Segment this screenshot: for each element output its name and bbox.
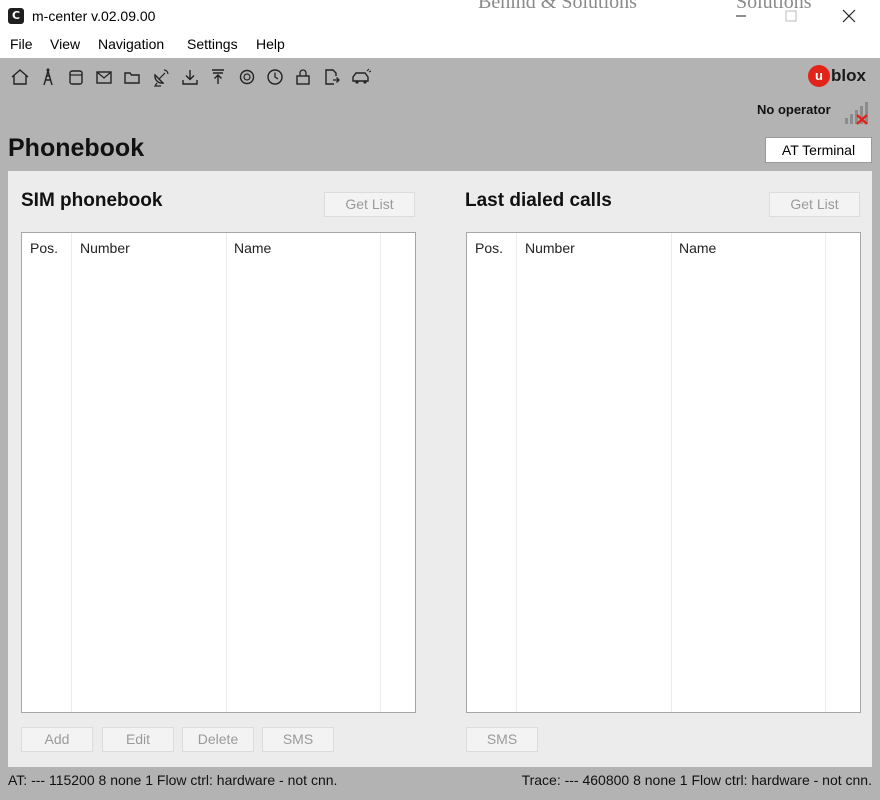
- last-dialed-list[interactable]: Pos. Number Name: [466, 232, 861, 713]
- menu-view[interactable]: View: [50, 36, 80, 52]
- sim-phonebook-list[interactable]: Pos. Number Name: [21, 232, 416, 713]
- column-divider: [516, 233, 517, 712]
- column-header-pos[interactable]: Pos.: [475, 240, 503, 256]
- menu-help[interactable]: Help: [256, 36, 285, 52]
- download-icon[interactable]: [179, 66, 201, 88]
- last-dialed-title: Last dialed calls: [465, 190, 612, 211]
- no-signal-icon: [843, 100, 871, 126]
- menu-settings[interactable]: Settings: [187, 36, 238, 52]
- edit-button[interactable]: Edit: [102, 727, 174, 752]
- column-divider: [226, 233, 227, 712]
- close-button[interactable]: [826, 0, 872, 32]
- at-status: AT: --- 115200 8 none 1 Flow ctrl: hardw…: [8, 772, 338, 788]
- column-divider: [380, 233, 381, 712]
- ublox-logo: u blox: [808, 63, 866, 89]
- sim-phonebook-title: SIM phonebook: [21, 190, 163, 211]
- menu-file[interactable]: File: [10, 36, 33, 52]
- close-icon: [842, 9, 856, 23]
- dialed-get-list-button[interactable]: Get List: [769, 192, 860, 217]
- maximize-button[interactable]: [768, 0, 814, 32]
- document-export-icon[interactable]: [321, 66, 343, 88]
- column-divider: [671, 233, 672, 712]
- column-header-number[interactable]: Number: [525, 240, 575, 256]
- sim-get-list-button[interactable]: Get List: [324, 192, 415, 217]
- home-icon[interactable]: [9, 66, 31, 88]
- ublox-logo-mark: u: [808, 65, 830, 87]
- menu-bar: File View Navigation Settings Help: [0, 32, 880, 58]
- sim-card-icon[interactable]: [65, 66, 87, 88]
- antenna-tower-icon[interactable]: [37, 66, 59, 88]
- trace-status: Trace: --- 460800 8 none 1 Flow ctrl: ha…: [521, 772, 872, 788]
- clock-icon[interactable]: [264, 66, 286, 88]
- dialed-sms-button[interactable]: SMS: [466, 727, 538, 752]
- add-button[interactable]: Add: [21, 727, 93, 752]
- column-header-number[interactable]: Number: [80, 240, 130, 256]
- folder-icon[interactable]: [121, 66, 143, 88]
- minimize-icon: [736, 15, 746, 17]
- column-header-pos[interactable]: Pos.: [30, 240, 58, 256]
- page-title: Phonebook: [8, 134, 145, 162]
- satellite-dish-icon[interactable]: [150, 66, 172, 88]
- title-bar: C m-center v.02.09.00 Behind & Solutions…: [0, 0, 880, 32]
- operator-status: No operator: [757, 102, 831, 117]
- gear-icon[interactable]: [236, 66, 258, 88]
- background-window-text: Behind & Solutions: [478, 0, 637, 13]
- car-icon[interactable]: [350, 66, 372, 88]
- maximize-icon: [785, 10, 797, 22]
- column-divider: [71, 233, 72, 712]
- column-divider: [825, 233, 826, 712]
- delete-button[interactable]: Delete: [182, 727, 254, 752]
- ublox-logo-text: blox: [831, 66, 866, 85]
- window-title: m-center v.02.09.00: [32, 8, 156, 24]
- column-header-name[interactable]: Name: [234, 240, 271, 256]
- column-header-name[interactable]: Name: [679, 240, 716, 256]
- padlock-icon[interactable]: [292, 66, 314, 88]
- at-terminal-button[interactable]: AT Terminal: [765, 137, 872, 163]
- upload-icon[interactable]: [207, 66, 229, 88]
- envelope-icon[interactable]: [93, 66, 115, 88]
- sim-sms-button[interactable]: SMS: [262, 727, 334, 752]
- app-icon: C: [8, 8, 24, 24]
- minimize-button[interactable]: [718, 0, 764, 32]
- menu-navigation[interactable]: Navigation: [98, 36, 164, 52]
